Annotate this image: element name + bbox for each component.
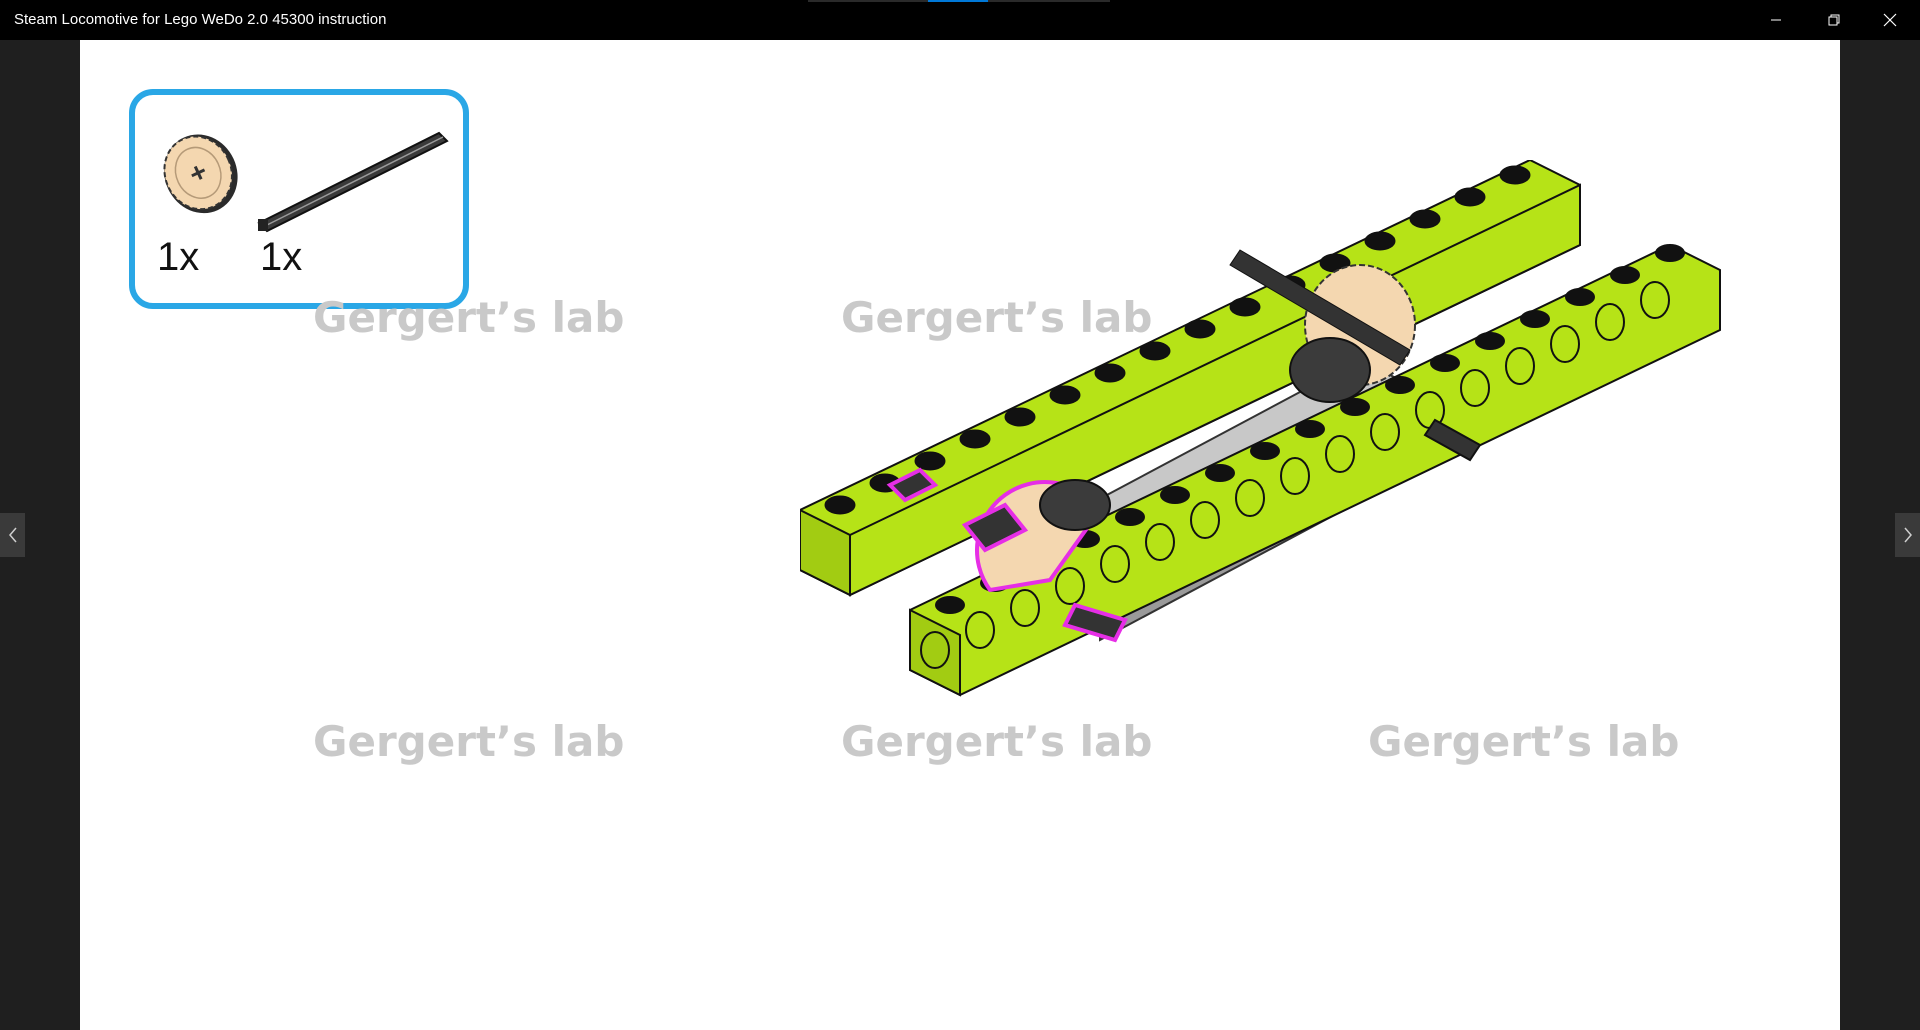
axle-icon [257,131,449,233]
parts-list-box: 1x 1x [129,89,469,309]
watermark: Gergert’s lab [1368,717,1680,766]
restore-icon [1828,14,1840,26]
chevron-right-icon [1903,527,1912,543]
close-button[interactable] [1862,0,1918,40]
axle-quantity: 1x [260,235,303,279]
previous-page-button[interactable] [0,513,25,557]
watermark: Gergert’s lab [313,293,625,342]
title-progress-track [808,0,1110,2]
next-page-button[interactable] [1895,513,1920,557]
instruction-page: 1x 1x Gergert’s lab Gergert’s lab Gerger… [80,40,1840,1030]
chevron-left-icon [8,527,17,543]
title-bar: Steam Locomotive for Lego WeDo 2.0 45300… [0,0,1920,40]
lego-model-illustration [800,160,1721,697]
minimize-icon [1771,19,1781,21]
watermark: Gergert’s lab [841,717,1153,766]
gear-quantity: 1x [157,235,200,279]
title-progress-fill [928,0,988,2]
minimize-button[interactable] [1748,0,1804,40]
window-title: Steam Locomotive for Lego WeDo 2.0 45300… [14,11,387,28]
watermark: Gergert’s lab [313,717,625,766]
gear-icon [163,134,238,214]
close-icon [1883,13,1897,27]
restore-button[interactable] [1806,0,1862,40]
